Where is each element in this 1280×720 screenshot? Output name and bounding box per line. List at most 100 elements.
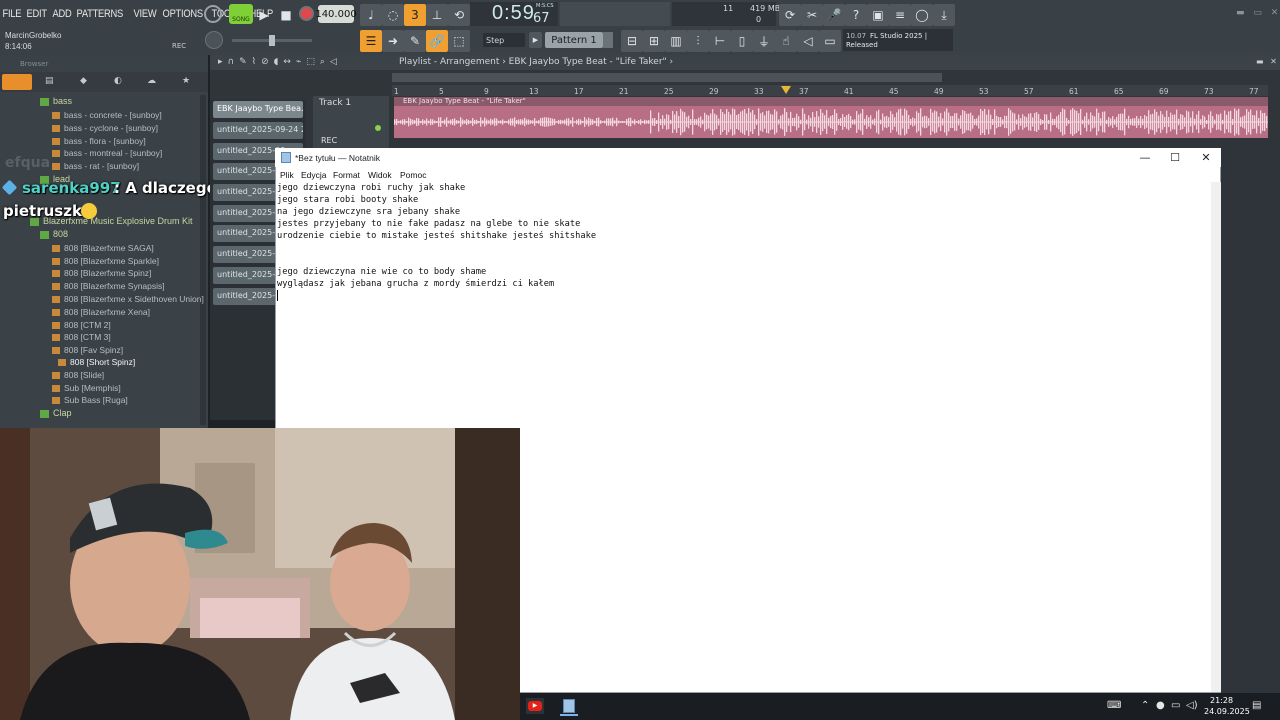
time-display[interactable]: 0:59 [492, 2, 535, 25]
browser-tab-current-project-icon[interactable]: ▤ [45, 76, 54, 86]
audio-clip-waveform[interactable] [394, 106, 1268, 138]
browser-scrollbar[interactable] [200, 95, 206, 425]
tree-item[interactable]: bass - montreal - [sunboy] [52, 148, 162, 158]
loop-record-button[interactable]: ⟲ [448, 4, 470, 26]
tree-item[interactable]: 808 [Blazerfxme Xena] [52, 307, 150, 317]
channel-rack-button[interactable]: ⊟ [621, 30, 643, 52]
tree-item[interactable]: Sub [Memphis] [52, 383, 121, 393]
timeline-ruler[interactable] [392, 85, 1268, 96]
undo-history-button[interactable]: ⟳ [779, 4, 801, 26]
master-pitch-handle[interactable] [269, 35, 275, 46]
browser-toggle-button[interactable]: ⊢ [709, 30, 731, 52]
track-rec-label[interactable]: REC [321, 136, 337, 145]
tree-item[interactable]: 808 [Blazerfxme Synapsis] [52, 281, 165, 291]
draw-tool-button[interactable]: ✎ [404, 30, 426, 52]
taskbar-youtube-app[interactable]: ▶ [526, 698, 544, 714]
templates-button[interactable]: ▯ [731, 30, 753, 52]
menu-view[interactable]: VIEW [131, 8, 159, 20]
tree-item[interactable]: 808 [Blazerfxme Spinz] [52, 268, 151, 278]
pattern-selector[interactable]: Pattern 1 [545, 32, 603, 48]
fl-minimize-icon[interactable]: ▬ [1236, 8, 1245, 18]
plugin-button[interactable]: ⏚ [753, 30, 775, 52]
browser-tab-database-icon[interactable]: ◐ [114, 76, 122, 86]
help-button[interactable]: ? [845, 4, 867, 26]
browser-tab-star-icon[interactable]: ★ [182, 76, 190, 86]
tree-item[interactable]: 808 [Blazerfxme x Sidethoven Union] [52, 294, 204, 304]
browser-tab-all[interactable] [2, 74, 32, 90]
microphone-icon[interactable]: ● [1156, 700, 1165, 711]
tree-item[interactable]: bass - cyclone - [sunboy] [52, 123, 158, 133]
tree-folder-bass[interactable]: bass [40, 96, 72, 106]
step-mode-select[interactable]: Step [483, 33, 525, 47]
pattern-item[interactable]: untitled_2025-09-24 21-... [213, 122, 303, 139]
play-button[interactable]: ▶ [253, 4, 275, 26]
faders-button[interactable]: ⫶ [687, 30, 709, 52]
menu-edit[interactable]: EDIT [24, 8, 49, 20]
menu-add[interactable]: ADD [50, 8, 74, 20]
menu-patterns[interactable]: PATTERNS [74, 8, 126, 20]
stop-button[interactable]: ■ [275, 4, 297, 26]
step-edit-button[interactable]: ⊥ [426, 4, 448, 26]
taskbar-clock-time[interactable]: 21:28 [1210, 696, 1233, 705]
tree-item[interactable]: bass - flora - [sunboy] [52, 136, 146, 146]
taskbar-clock-date[interactable]: 24.09.2025 [1204, 707, 1250, 716]
metronome-button[interactable]: ♩ [360, 4, 382, 26]
notepad-scrollbar[interactable] [1211, 182, 1221, 692]
pencil-icon[interactable]: ✎ [239, 57, 252, 67]
touch-button[interactable]: ☝ [775, 30, 797, 52]
mute-icon[interactable]: ◖ [274, 57, 284, 67]
menu-options[interactable]: OPTIONS [160, 8, 205, 20]
playlist-minimize-icon[interactable]: ▬ [1256, 57, 1264, 66]
tree-item[interactable]: 808 [Slide] [52, 370, 104, 380]
stamp-button[interactable]: ⬚ [448, 30, 470, 52]
notepad-menu-widok[interactable]: Widok [368, 170, 392, 180]
download-button[interactable]: ⤓ [933, 4, 955, 26]
cut-button[interactable]: ✂ [801, 4, 823, 26]
fl-maximize-icon[interactable]: ▭ [1253, 8, 1262, 18]
brush-icon[interactable]: ⌇ [252, 57, 261, 67]
browser-tab-cloud-icon[interactable]: ☁ [147, 76, 156, 86]
tree-item-selected[interactable]: 808 [Short Spinz] [58, 357, 135, 367]
notepad-close-button[interactable]: ✕ [1192, 150, 1220, 165]
tree-item[interactable]: bass - concrete - [sunboy] [52, 110, 162, 120]
playlist-close-icon[interactable]: ✕ [1270, 57, 1277, 66]
notifications-icon[interactable]: ▤ [1252, 700, 1261, 711]
notepad-menu-pomoc[interactable]: Pomoc [400, 170, 426, 180]
mixer-settings-button[interactable]: ≡ [889, 4, 911, 26]
browser-tab-plugins-icon[interactable]: ◆ [80, 76, 87, 86]
keyboard-icon[interactable]: ⌨ [1107, 700, 1121, 711]
play-pattern-icon[interactable]: ▸ [218, 57, 228, 67]
track-name[interactable]: Track 1 [319, 98, 351, 108]
network-icon[interactable]: ▭ [1171, 700, 1180, 711]
playhead-marker[interactable] [781, 86, 791, 94]
notepad-maximize-button[interactable]: ☐ [1161, 150, 1189, 165]
delete-icon[interactable]: ⊘ [261, 57, 274, 67]
select-icon[interactable]: ⬚ [306, 57, 320, 67]
slip-icon[interactable]: ↔ [283, 57, 296, 67]
playlist-scroll-horizontal[interactable] [392, 73, 942, 82]
tree-folder-clap[interactable]: Clap [40, 408, 72, 418]
snap-button[interactable]: ➜ [382, 30, 404, 52]
notepad-minimize-button[interactable]: — [1131, 150, 1159, 165]
tree-item[interactable]: 808 [Blazerfxme SAGA] [52, 243, 154, 253]
zoom-icon[interactable]: ⌕ [320, 57, 330, 67]
speaker-button[interactable]: ◁ [797, 30, 819, 52]
record-button[interactable] [299, 6, 314, 21]
save-button[interactable]: ▣ [867, 4, 889, 26]
track-active-indicator[interactable] [375, 125, 381, 131]
notepad-titlebar[interactable] [275, 148, 1221, 167]
notepad-menu-edycja[interactable]: Edycja [301, 170, 327, 180]
tree-item[interactable]: 808 [CTM 2] [52, 320, 111, 330]
song-mode-toggle[interactable]: SONG [229, 4, 253, 24]
volume-icon[interactable]: ◁) [1186, 700, 1198, 711]
taskbar-notepad-app[interactable] [560, 698, 578, 716]
slice-icon[interactable]: ⌁ [296, 57, 306, 67]
tree-item[interactable]: 808 [Blazerfxme Sparkle] [52, 256, 159, 266]
cart-button[interactable]: ▭ [819, 30, 841, 52]
piano-roll-button[interactable]: ⊞ [643, 30, 665, 52]
tree-item[interactable]: 808 [Fav Spinz] [52, 345, 123, 355]
tree-item[interactable]: 808 [CTM 3] [52, 332, 111, 342]
tree-item[interactable]: Sub Bass [Ruga] [52, 395, 128, 405]
mic-button[interactable]: 🎤 [823, 4, 845, 26]
chat-button[interactable]: ◯ [911, 4, 933, 26]
